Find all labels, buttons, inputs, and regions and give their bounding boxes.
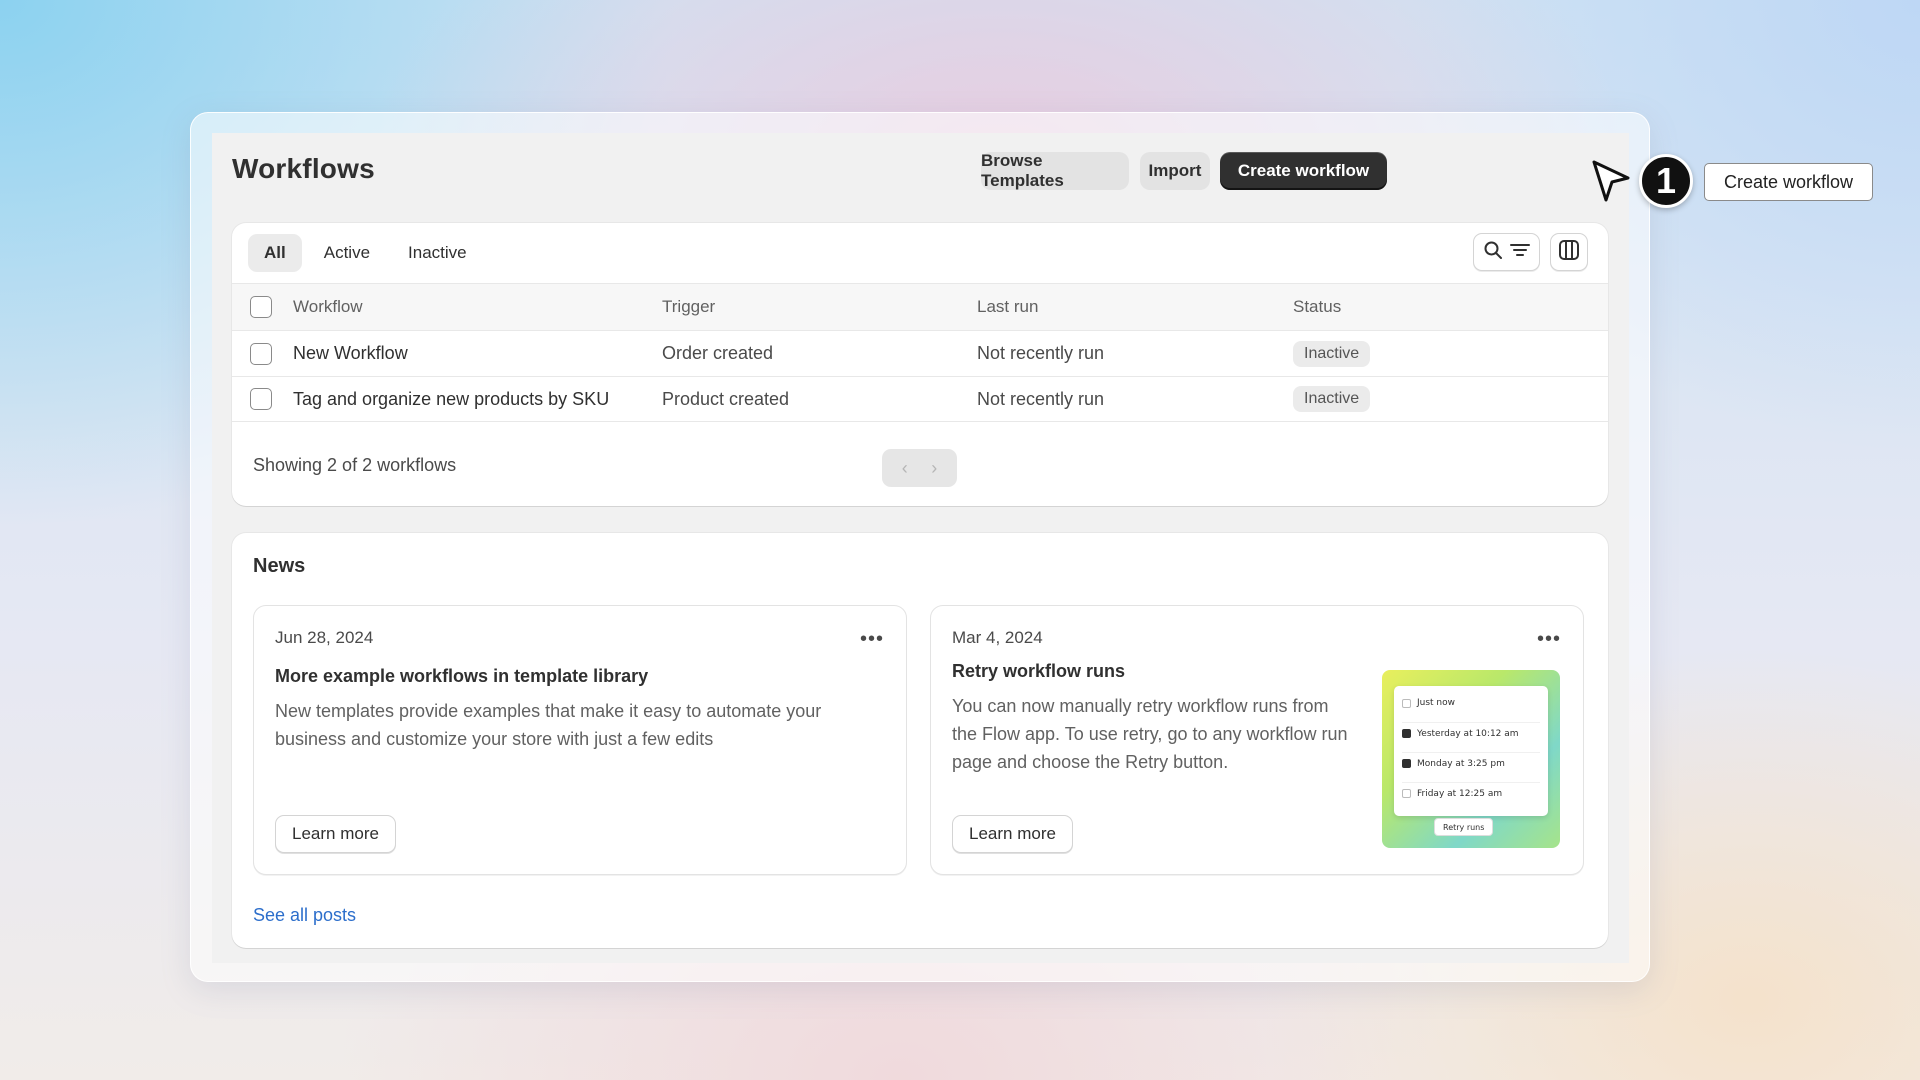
column-header-trigger[interactable]: Trigger bbox=[662, 284, 715, 330]
workflow-last-run: Not recently run bbox=[977, 388, 1105, 409]
workflows-card: All Active Inactive Workflow Trigger Las… bbox=[232, 223, 1608, 506]
tab-all[interactable]: All bbox=[248, 234, 302, 272]
see-all-posts-link[interactable]: See all posts bbox=[253, 905, 356, 926]
step-number-badge: 1 bbox=[1639, 154, 1693, 208]
create-workflow-button[interactable]: Create workflow bbox=[1220, 152, 1387, 190]
news-title: News bbox=[253, 555, 306, 577]
checkbox-checked-icon bbox=[1402, 729, 1411, 738]
post-body: You can now manually retry workflow runs… bbox=[952, 696, 1348, 772]
post-date: Mar 4, 2024 bbox=[952, 628, 1043, 647]
columns-button[interactable] bbox=[1550, 233, 1588, 271]
learn-more-button[interactable]: Learn more bbox=[275, 815, 396, 853]
row-checkbox[interactable] bbox=[250, 342, 272, 365]
chevron-right-icon[interactable]: › bbox=[931, 458, 937, 479]
thumbnail-run-item: Monday at 3:25 pm bbox=[1402, 752, 1540, 774]
checkbox-checked-icon bbox=[1402, 759, 1411, 768]
workflow-trigger: Product created bbox=[662, 388, 790, 409]
status-badge: Inactive bbox=[1293, 340, 1371, 367]
post-thumbnail: Just now Yesterday at 10:12 am Monday at… bbox=[1382, 670, 1560, 848]
more-horizontal-icon[interactable]: ••• bbox=[860, 628, 884, 651]
workflow-trigger: Order created bbox=[662, 343, 774, 363]
post-heading: Retry workflow runs bbox=[952, 661, 1126, 681]
browse-templates-button[interactable]: Browse Templates bbox=[981, 151, 1129, 190]
filter-icon bbox=[1509, 240, 1531, 265]
checkbox-icon bbox=[1402, 698, 1411, 708]
table-header-row: Workflow Trigger Last run Status bbox=[232, 283, 1608, 330]
app-window: Workflows Browse Templates Import Create… bbox=[190, 112, 1650, 982]
thumbnail-run-list: Just now Yesterday at 10:12 am Monday at… bbox=[1394, 686, 1548, 816]
search-filter-button[interactable] bbox=[1473, 233, 1540, 271]
filter-tabs: All Active Inactive bbox=[248, 234, 483, 272]
workflow-name[interactable]: New Workflow bbox=[293, 331, 408, 376]
column-header-status[interactable]: Status bbox=[1293, 284, 1341, 330]
thumbnail-run-item: Just now bbox=[1402, 692, 1540, 714]
row-checkbox[interactable] bbox=[250, 388, 272, 410]
post-date: Jun 28, 2024 bbox=[275, 628, 374, 647]
tab-active[interactable]: Active bbox=[308, 234, 386, 272]
column-header-workflow[interactable]: Workflow bbox=[293, 284, 363, 330]
thumbnail-run-item: Yesterday at 10:12 am bbox=[1402, 722, 1540, 744]
search-icon bbox=[1483, 240, 1503, 265]
table-row[interactable]: Tag and organize new products by SKU Pro… bbox=[232, 376, 1608, 422]
import-button[interactable]: Import bbox=[1140, 152, 1210, 190]
page-title: Workflows bbox=[232, 153, 375, 184]
news-card: News Jun 28, 2024 ••• More example workf… bbox=[232, 533, 1608, 948]
learn-more-button[interactable]: Learn more bbox=[952, 815, 1073, 853]
thumbnail-run-item: Friday at 12:25 am bbox=[1402, 782, 1540, 804]
news-post: Mar 4, 2024 ••• Retry workflow runs You … bbox=[930, 605, 1584, 875]
news-post: Jun 28, 2024 ••• More example workflows … bbox=[253, 605, 907, 875]
column-header-last-run[interactable]: Last run bbox=[977, 284, 1038, 330]
checkbox-icon bbox=[1402, 789, 1411, 798]
workflow-last-run: Not recently run bbox=[977, 343, 1105, 363]
pagination: ‹ › bbox=[882, 449, 957, 487]
select-all-checkbox[interactable] bbox=[250, 296, 272, 318]
pagination-summary: Showing 2 of 2 workflows bbox=[253, 455, 457, 475]
more-horizontal-icon[interactable]: ••• bbox=[1537, 628, 1561, 651]
table-row[interactable]: New Workflow Order created Not recently … bbox=[232, 330, 1608, 376]
tab-inactive[interactable]: Inactive bbox=[392, 234, 483, 272]
columns-icon bbox=[1558, 239, 1580, 266]
thumbnail-retry-button: Retry runs bbox=[1434, 818, 1494, 836]
chevron-left-icon[interactable]: ‹ bbox=[902, 458, 908, 479]
workflows-table: Workflow Trigger Last run Status New Wor… bbox=[232, 283, 1608, 422]
post-heading: More example workflows in template libra… bbox=[275, 666, 649, 686]
mouse-pointer-icon bbox=[1592, 160, 1632, 209]
app-surface: Workflows Browse Templates Import Create… bbox=[212, 133, 1629, 963]
post-body: New templates provide examples that make… bbox=[275, 701, 822, 749]
step-callout-label: Create workflow bbox=[1704, 163, 1874, 201]
status-badge: Inactive bbox=[1293, 386, 1371, 412]
workflow-name[interactable]: Tag and organize new products by SKU bbox=[293, 377, 609, 421]
